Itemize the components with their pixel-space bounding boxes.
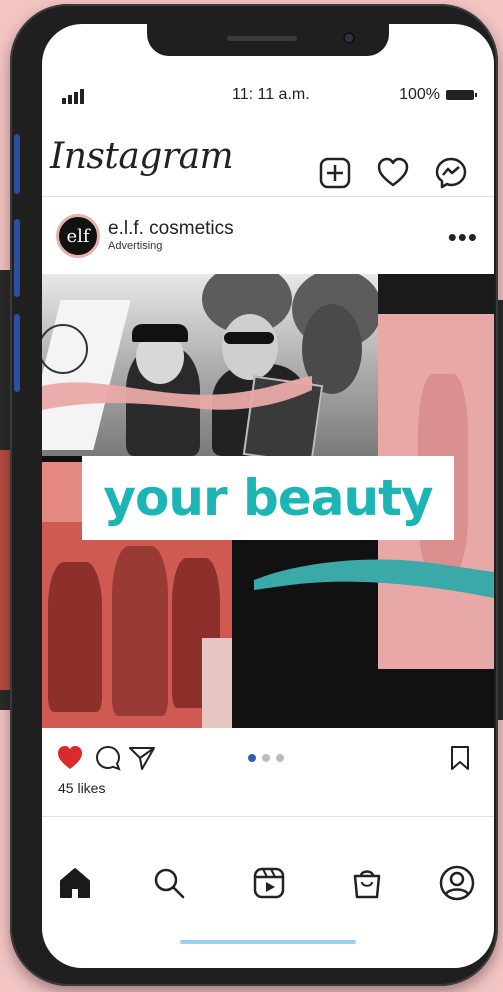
reels-icon[interactable] [250, 864, 288, 902]
carousel-dot [276, 754, 284, 762]
phone-screen: 11: 11 a.m. 100% Instagram elf e.l.f. co… [42, 24, 494, 968]
battery-percent: 100% [399, 86, 440, 103]
profile-icon[interactable] [438, 864, 476, 902]
home-indicator[interactable] [180, 940, 356, 944]
battery-icon [446, 90, 477, 100]
status-bar: 11: 11 a.m. 100% [42, 84, 494, 114]
comment-icon[interactable] [94, 744, 122, 772]
feed-divider [42, 816, 494, 817]
banner-headline: your beauty [103, 469, 433, 527]
save-icon[interactable] [446, 744, 474, 772]
post-header: elf e.l.f. cosmetics Advertising ••• [42, 210, 494, 270]
ad-banner: your beauty [82, 456, 454, 540]
carousel-dot [262, 754, 270, 762]
status-time: 11: 11 a.m. [232, 86, 310, 103]
add-post-icon[interactable] [318, 156, 352, 190]
pink-brush-stroke [42, 376, 312, 410]
teal-brush-stroke [254, 559, 494, 598]
account-avatar[interactable]: elf [56, 214, 100, 258]
instagram-logo: Instagram [50, 136, 234, 177]
signal-icon [62, 88, 84, 104]
post-actions [42, 738, 494, 782]
more-options-icon[interactable]: ••• [448, 224, 478, 250]
phone-frame: 11: 11 a.m. 100% Instagram elf e.l.f. co… [10, 4, 498, 986]
sponsored-label: Advertising [108, 240, 163, 252]
speaker [227, 36, 297, 41]
photo-collage-top [42, 274, 382, 465]
messenger-icon[interactable] [434, 156, 468, 190]
carousel-dot-active [248, 754, 256, 762]
post-image[interactable]: your beauty [42, 274, 494, 728]
phone-mute-button [14, 134, 20, 194]
search-icon[interactable] [150, 864, 188, 902]
camera [343, 32, 355, 44]
phone-notch [147, 24, 389, 56]
likes-count[interactable]: 45 likes [58, 780, 105, 796]
phone-volume-down-button [14, 314, 20, 392]
like-icon[interactable] [56, 744, 84, 772]
heart-icon[interactable] [376, 156, 410, 190]
account-name[interactable]: e.l.f. cosmetics [108, 218, 234, 240]
share-icon[interactable] [128, 744, 156, 772]
carousel-indicator [248, 754, 284, 762]
shop-icon[interactable] [348, 864, 386, 902]
home-icon[interactable] [56, 864, 94, 902]
app-header: Instagram [42, 126, 494, 197]
phone-volume-up-button [14, 219, 20, 297]
bottom-nav [42, 860, 494, 910]
